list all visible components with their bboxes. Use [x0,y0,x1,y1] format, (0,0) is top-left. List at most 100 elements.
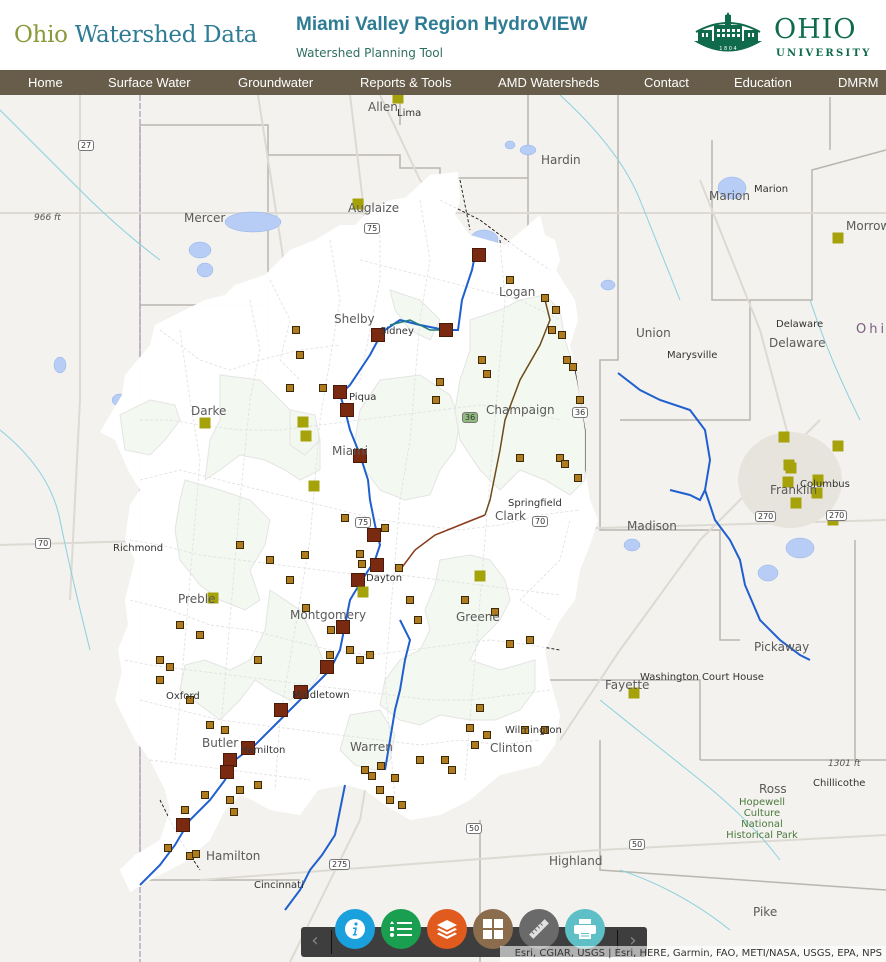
monitoring-site[interactable] [576,396,584,404]
monitoring-site[interactable] [558,331,566,339]
monitoring-site[interactable] [230,808,238,816]
monitoring-site-large[interactable] [336,620,350,634]
monitoring-site[interactable] [358,560,366,568]
monitoring-site-large[interactable] [223,753,237,767]
monitoring-site-large[interactable] [472,248,486,262]
monitoring-site[interactable] [391,774,399,782]
monitoring-site[interactable] [326,651,334,659]
monitoring-site[interactable] [201,791,209,799]
monitoring-site[interactable] [286,576,294,584]
monitoring-site-large[interactable] [367,528,381,542]
monitoring-site-large[interactable] [351,573,365,587]
monitoring-site[interactable] [156,656,164,664]
monitoring-site[interactable] [181,806,189,814]
monitoring-site[interactable] [361,766,369,774]
monitoring-site[interactable] [414,616,422,624]
olive-site-marker[interactable] [199,417,211,429]
monitoring-site[interactable] [356,550,364,558]
nav-reports-tools[interactable]: Reports & Tools [360,75,452,90]
monitoring-site[interactable] [476,704,484,712]
monitoring-site[interactable] [561,460,569,468]
monitoring-site[interactable] [266,556,274,564]
monitoring-site[interactable] [406,596,414,604]
monitoring-site-large[interactable] [370,558,384,572]
nav-contact[interactable]: Contact [644,75,689,90]
monitoring-site-large[interactable] [274,703,288,717]
monitoring-site[interactable] [386,796,394,804]
olive-site-marker[interactable] [474,570,486,582]
monitoring-site-large[interactable] [320,660,334,674]
monitoring-site[interactable] [236,786,244,794]
toolbar-prev-button[interactable]: ‹ [301,927,329,957]
measure-button[interactable] [519,909,559,949]
monitoring-site[interactable] [176,621,184,629]
monitoring-site[interactable] [192,850,200,858]
monitoring-site[interactable] [478,356,486,364]
brand-logo[interactable]: Ohio Watershed Data [14,22,257,48]
basemap-gallery-button[interactable] [473,909,513,949]
monitoring-site[interactable] [466,724,474,732]
monitoring-site-large[interactable] [333,385,347,399]
nav-education[interactable]: Education [734,75,792,90]
olive-site-marker[interactable] [300,430,312,442]
monitoring-site[interactable] [254,656,262,664]
monitoring-site[interactable] [506,640,514,648]
monitoring-site-large[interactable] [176,818,190,832]
monitoring-site[interactable] [366,651,374,659]
monitoring-site[interactable] [236,541,244,549]
monitoring-site[interactable] [448,766,456,774]
olive-site-marker[interactable] [778,431,790,443]
nav-home[interactable]: Home [28,75,63,90]
info-button[interactable] [335,909,375,949]
monitoring-site[interactable] [226,796,234,804]
monitoring-site[interactable] [381,524,389,532]
monitoring-site[interactable] [563,356,571,364]
monitoring-site[interactable] [254,781,262,789]
monitoring-site[interactable] [574,474,582,482]
monitoring-site[interactable] [569,363,577,371]
monitoring-site[interactable] [346,646,354,654]
monitoring-site[interactable] [395,564,403,572]
monitoring-site[interactable] [552,306,560,314]
print-button[interactable] [565,909,605,949]
monitoring-site[interactable] [286,384,294,392]
monitoring-site[interactable] [516,454,524,462]
monitoring-site[interactable] [164,844,172,852]
monitoring-site[interactable] [441,756,449,764]
monitoring-site[interactable] [156,676,164,684]
monitoring-site[interactable] [206,721,214,729]
map-view[interactable]: Allen Lima Hardin Marion Marion Mercer 9… [0,95,886,962]
nav-amd-watersheds[interactable]: AMD Watersheds [498,75,599,90]
monitoring-site[interactable] [461,596,469,604]
olive-site-marker[interactable] [785,462,797,474]
olive-site-marker[interactable] [297,416,309,428]
monitoring-site[interactable] [368,772,376,780]
olive-site-marker[interactable] [308,480,320,492]
monitoring-site[interactable] [436,378,444,386]
monitoring-site[interactable] [483,370,491,378]
monitoring-site[interactable] [296,351,304,359]
monitoring-site[interactable] [376,786,384,794]
monitoring-site[interactable] [341,514,349,522]
monitoring-site[interactable] [292,326,300,334]
monitoring-site-large[interactable] [439,323,453,337]
layers-button[interactable] [427,909,467,949]
monitoring-site[interactable] [483,731,491,739]
monitoring-site[interactable] [196,631,204,639]
monitoring-site[interactable] [319,384,327,392]
monitoring-site[interactable] [432,396,440,404]
monitoring-site-large[interactable] [340,403,354,417]
nav-groundwater[interactable]: Groundwater [238,75,313,90]
monitoring-site[interactable] [526,636,534,644]
olive-site-marker[interactable] [832,232,844,244]
monitoring-site[interactable] [471,741,479,749]
nav-surface-water[interactable]: Surface Water [108,75,191,90]
monitoring-site[interactable] [377,762,385,770]
monitoring-site[interactable] [416,756,424,764]
monitoring-site[interactable] [327,626,335,634]
monitoring-site[interactable] [301,551,309,559]
olive-site-marker[interactable] [790,497,802,509]
olive-site-marker[interactable] [357,586,369,598]
monitoring-site[interactable] [541,294,549,302]
nav-dmrm[interactable]: DMRM [838,75,878,90]
